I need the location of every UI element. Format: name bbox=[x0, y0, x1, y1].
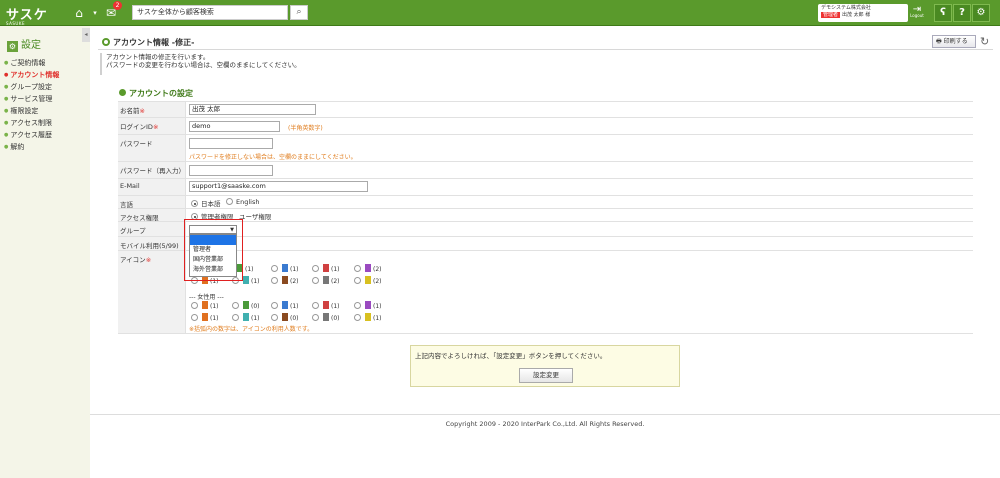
person-icon bbox=[282, 313, 288, 321]
login-id-field[interactable]: demo bbox=[189, 121, 280, 132]
notification-badge: 2 bbox=[113, 1, 122, 10]
person-icon bbox=[323, 301, 329, 309]
icon-option[interactable]: (0) bbox=[271, 313, 299, 322]
refresh-icon[interactable]: ↻ bbox=[980, 35, 989, 48]
submit-button[interactable]: 設定変更 bbox=[519, 368, 573, 383]
top-bar: サスケ SASUKE ⌂ ▾ ✉ 2 サスケ全体から顧客検索 ⌕ デモシステム株… bbox=[0, 0, 1000, 26]
icon-option[interactable]: (1) bbox=[271, 301, 299, 310]
radio-icon bbox=[191, 200, 198, 207]
copyright: Copyright 2009 - 2020 InterPark Co.,Ltd.… bbox=[445, 420, 645, 428]
icon-option[interactable]: (2) bbox=[354, 276, 382, 285]
person-icon bbox=[243, 313, 249, 321]
icon-option[interactable]: (1) bbox=[312, 301, 340, 310]
person-icon bbox=[243, 301, 249, 309]
company-name: デモシステム株式会社 bbox=[821, 5, 871, 11]
icon-option[interactable]: (0) bbox=[312, 313, 340, 322]
person-icon bbox=[365, 313, 371, 321]
gear-icon[interactable]: ⚙ bbox=[972, 4, 990, 22]
lang-option-ja[interactable]: 日本語 bbox=[191, 198, 221, 208]
login-note: (半角英数字) bbox=[288, 125, 323, 132]
name-field[interactable]: 出茂 太郎 bbox=[189, 104, 316, 115]
section-title: アカウントの設定 bbox=[119, 88, 193, 99]
sidebar-item-permission[interactable]: 権限設定 bbox=[4, 105, 59, 117]
highlight-box bbox=[184, 219, 243, 281]
page-description: アカウント情報の修正を行います。 パスワードの変更を行わない場合は、空欄のままに… bbox=[100, 53, 990, 75]
person-icon bbox=[323, 264, 329, 272]
icon-option[interactable]: (2) bbox=[312, 276, 340, 285]
person-icon bbox=[323, 313, 329, 321]
radio-icon bbox=[226, 198, 233, 205]
sidebar-item-contract[interactable]: ご契約情報 bbox=[4, 57, 59, 69]
icon-option[interactable]: (1) bbox=[191, 301, 219, 310]
confirm-panel: 上記内容でよろしければ、「設定変更」ボタンを押してください。 設定変更 bbox=[410, 345, 680, 387]
help-button[interactable]: ? bbox=[953, 4, 971, 22]
sidebar-item-account[interactable]: アカウント情報 bbox=[4, 69, 59, 81]
person-icon bbox=[282, 276, 288, 284]
search-icon[interactable]: ⌕ bbox=[290, 5, 308, 20]
icon-option[interactable]: (1) bbox=[354, 313, 382, 322]
access-option-user[interactable]: ユーザ権限 bbox=[239, 211, 271, 221]
icon-option[interactable]: (1) bbox=[232, 313, 260, 322]
person-icon bbox=[365, 276, 371, 284]
icon-note: ※括弧内の数字は、アイコンの利用人数です。 bbox=[189, 326, 314, 333]
password-note: パスワードを修正しない場合は、空欄のままにしてください。 bbox=[189, 154, 357, 161]
lang-option-en[interactable]: English bbox=[226, 198, 259, 206]
person-icon bbox=[365, 264, 371, 272]
password-field[interactable] bbox=[189, 138, 273, 149]
divider bbox=[98, 49, 993, 50]
icon-option[interactable]: (0) bbox=[232, 301, 260, 310]
role-badge: 管理者 bbox=[821, 12, 841, 18]
icon-option[interactable]: (1) bbox=[354, 301, 382, 310]
sidebar-item-access-restriction[interactable]: アクセス制限 bbox=[4, 117, 59, 129]
row-group: グループ bbox=[118, 222, 973, 237]
sidebar-menu: ご契約情報 アカウント情報 グループ設定 サービス管理 権限設定 アクセス制限 … bbox=[4, 57, 59, 153]
icon-option[interactable]: (2) bbox=[354, 264, 382, 273]
person-icon bbox=[282, 301, 288, 309]
female-group-label: --- 女性用 --- bbox=[189, 294, 224, 301]
confirm-text: 上記内容でよろしければ、「設定変更」ボタンを押してください。 bbox=[415, 352, 607, 360]
footer-divider bbox=[90, 414, 1000, 415]
sidebar-item-access-history[interactable]: アクセス履歴 bbox=[4, 129, 59, 141]
person-icon bbox=[202, 313, 208, 321]
page-title: アカウント情報 -修正- bbox=[102, 37, 194, 48]
row-mobile: モバイル利用(5/99) bbox=[118, 237, 973, 251]
search-input[interactable]: サスケ全体から顧客検索 bbox=[132, 5, 288, 20]
person-icon bbox=[365, 301, 371, 309]
sasuke-icon[interactable]: ʕ bbox=[934, 4, 952, 22]
person-icon bbox=[282, 264, 288, 272]
settings-icon: ⚙ bbox=[7, 41, 18, 52]
email-field[interactable]: support1@saaske.com bbox=[189, 181, 368, 192]
sidebar-item-cancel[interactable]: 解約 bbox=[4, 141, 59, 153]
user-name: 出茂 太郎 様 bbox=[842, 12, 871, 18]
logout-button[interactable]: ⇥ Logout bbox=[910, 4, 924, 22]
user-info: デモシステム株式会社 管理者 出茂 太郎 様 bbox=[818, 4, 908, 22]
sidebar: ◂ ⚙設定 ご契約情報 アカウント情報 グループ設定 サービス管理 権限設定 ア… bbox=[0, 26, 90, 478]
logo[interactable]: サスケ SASUKE bbox=[6, 4, 48, 26]
icon-option[interactable]: (1) bbox=[271, 264, 299, 273]
password-confirm-field[interactable] bbox=[189, 165, 273, 176]
person-icon bbox=[323, 276, 329, 284]
person-icon bbox=[243, 276, 249, 284]
icon-option[interactable]: (1) bbox=[191, 313, 219, 322]
sidebar-collapse-icon[interactable]: ◂ bbox=[82, 28, 90, 42]
icon-option[interactable]: (1) bbox=[312, 264, 340, 273]
icon-option[interactable]: (2) bbox=[271, 276, 299, 285]
sidebar-title: ⚙ 設定 bbox=[7, 40, 41, 52]
sidebar-item-service[interactable]: サービス管理 bbox=[4, 93, 59, 105]
sidebar-item-group[interactable]: グループ設定 bbox=[4, 81, 59, 93]
print-button[interactable]: 🖶 印刷する bbox=[932, 35, 976, 48]
person-icon bbox=[202, 301, 208, 309]
logout-label: Logout bbox=[910, 13, 924, 18]
